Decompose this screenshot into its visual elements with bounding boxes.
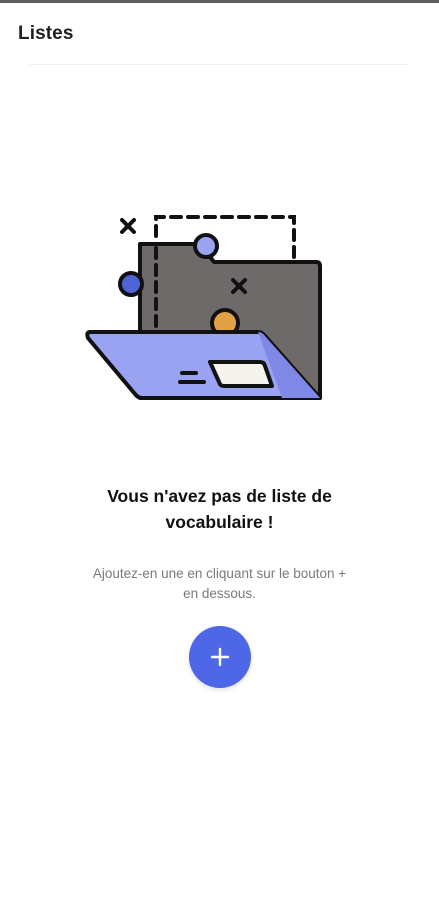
app-bar: Listes [0,3,439,63]
page-title: Listes [18,23,74,44]
empty-state-subtitle: Ajoutez-en une en cliquant sur le bouton… [40,564,399,604]
empty-state-title: Vous n'avez pas de liste de vocabulaire … [40,483,399,535]
app-bar-divider [30,64,409,65]
plus-icon [210,647,230,667]
empty-state-subtitle-line: en dessous. [183,586,256,601]
cross-mark-icon [120,218,136,234]
empty-state-subtitle-line: Ajoutez-en une en cliquant sur le bouton… [92,566,347,581]
add-list-button[interactable] [189,626,251,688]
empty-state-title-line: Vous n'avez pas de liste de [107,486,332,506]
empty-state-title-line: vocabulaire ! [165,512,274,532]
open-folder-icon [85,215,322,400]
